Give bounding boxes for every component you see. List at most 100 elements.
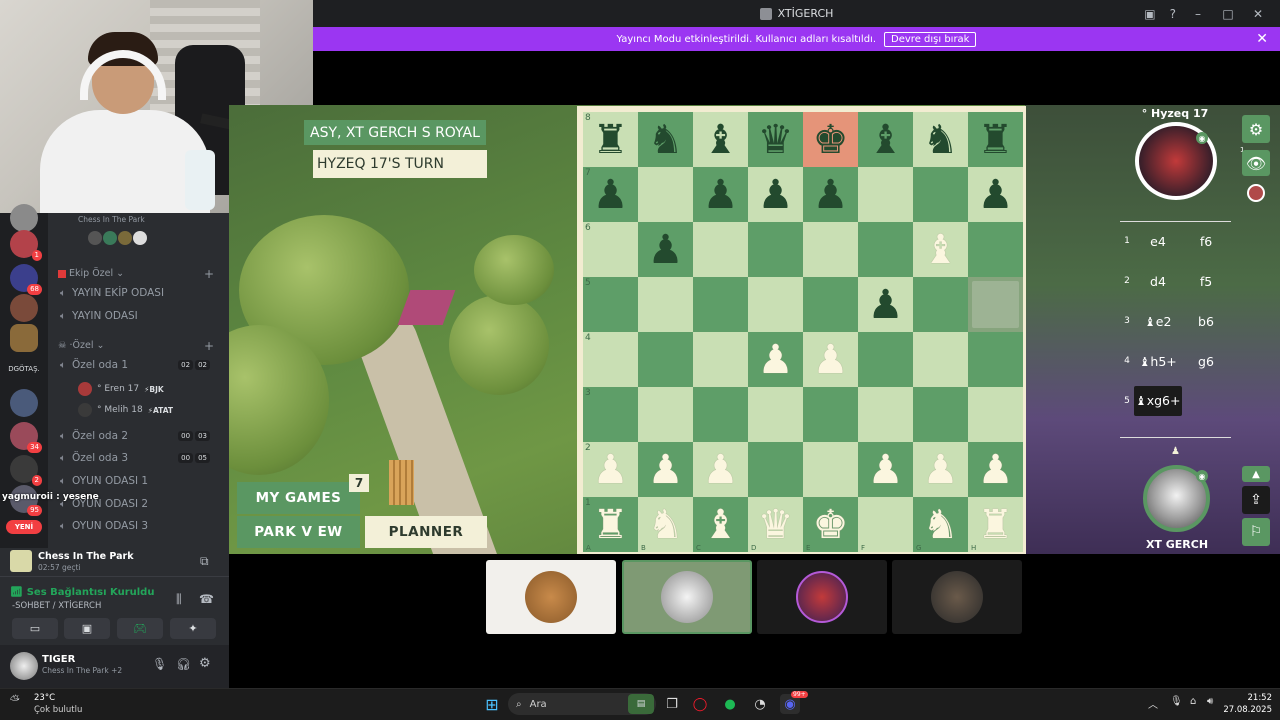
spectator-avatar[interactable] [1247,184,1265,202]
square-g5[interactable] [913,277,968,332]
black-pawn-piece[interactable]: ♟ [813,175,849,215]
black-pawn-piece[interactable]: ♟ [703,175,739,215]
square-a2[interactable]: 2 ♟ [583,442,638,497]
network-icon[interactable]: ⌂ [1190,696,1196,707]
square-e4[interactable]: ♟ [803,332,858,387]
square-c2[interactable]: ♟ [693,442,748,497]
activity-panel[interactable]: Chess In The Park 02:57 geçti ⧉ [0,548,229,574]
square-d8[interactable]: ♛ [748,112,803,167]
square-f6[interactable] [858,222,913,277]
square-a1[interactable]: 1 A ♜ [583,497,638,552]
voice-connected[interactable]: 📶︎ Ses Bağlantısı Kuruldu [10,587,154,598]
square-b2[interactable]: ♟ [638,442,693,497]
participant-tile[interactable] [892,560,1022,634]
white-move[interactable]: d4 [1134,274,1182,289]
black-bishop-piece[interactable]: ♝ [703,120,739,160]
share-icon[interactable]: ⇪ [1242,486,1270,514]
white-move[interactable]: ♝h5+ [1134,354,1182,369]
square-f2[interactable]: ♟ [858,442,913,497]
square-d2[interactable] [748,442,803,497]
black-pawn-piece[interactable]: ♟ [648,230,684,270]
minimize-button[interactable]: – [1190,7,1206,21]
microphone-icon[interactable]: 🎙︎ [152,657,167,671]
white-pawn-piece[interactable]: ♟ [593,450,629,490]
square-g1[interactable]: G ♞ [913,497,968,552]
square-e8[interactable]: ♚ [803,112,858,167]
server-icon[interactable] [10,389,38,417]
white-queen-piece[interactable]: ♛ [758,505,794,545]
square-f4[interactable] [858,332,913,387]
white-knight-piece[interactable]: ♞ [923,505,959,545]
park-view-button[interactable]: PARK V EW [237,516,360,548]
black-rook-piece[interactable]: ♜ [593,120,629,160]
participant-tile[interactable] [486,560,616,634]
square-e1[interactable]: E ♚ [803,497,858,552]
white-pawn-piece[interactable]: ♟ [703,450,739,490]
maximize-button[interactable]: □ [1220,7,1236,21]
square-a4[interactable]: 4 [583,332,638,387]
settings-gear-icon[interactable]: ⚙ [199,656,211,671]
black-queen-piece[interactable]: ♛ [758,120,794,160]
camera-off-button[interactable]: ▭ [12,618,58,639]
square-d1[interactable]: D ♛ [748,497,803,552]
white-pawn-piece[interactable]: ♟ [978,450,1014,490]
square-c5[interactable] [693,277,748,332]
widget-icon[interactable]: ▤ [628,694,654,714]
tray-chevron-icon[interactable]: ︿ [1148,696,1158,711]
my-games-button[interactable]: MY GAMES [237,482,360,514]
screen-share-button[interactable]: ▣ [64,618,110,639]
square-h2[interactable]: ♟ [968,442,1023,497]
square-c1[interactable]: C ♝ [693,497,748,552]
square-h6[interactable] [968,222,1023,277]
server-icon[interactable]: 1 [10,230,42,261]
windows-start-icon[interactable]: ⊞ [482,694,502,714]
square-h3[interactable] [968,387,1023,442]
voice-user[interactable]: ° Melih 18 ⚡ATAT [78,403,173,417]
new-badge[interactable]: YENİ [6,520,42,534]
square-d3[interactable] [748,387,803,442]
disable-streamer-mode-button[interactable]: Devre dışı bırak [884,31,977,47]
add-channel-icon[interactable]: + [204,267,214,281]
white-move[interactable]: e4 [1134,234,1182,249]
black-pawn-piece[interactable]: ♟ [868,285,904,325]
close-banner-icon[interactable]: ✕ [1256,31,1268,47]
square-g7[interactable] [913,167,968,222]
white-pawn-piece[interactable]: ♟ [758,340,794,380]
square-f3[interactable] [858,387,913,442]
clock-time[interactable]: 21:52 [1232,693,1273,703]
square-a3[interactable]: 3 [583,387,638,442]
headphones-icon[interactable]: 🎧︎ [176,657,191,671]
app-icon[interactable]: ◔ [750,694,770,714]
task-view-icon[interactable]: ❐ [662,694,682,714]
white-bishop-piece[interactable]: ♝ [703,505,739,545]
channel-ozel-oda-2[interactable]: 🔈︎ Özel oda 2 00 03 [60,430,220,442]
black-move[interactable]: b6 [1182,314,1230,329]
weather-icon[interactable]: ⛅︎ [10,693,20,708]
square-h7[interactable]: ♟ [968,167,1023,222]
square-b1[interactable]: B ♞ [638,497,693,552]
white-king-piece[interactable]: ♚ [813,505,849,545]
channel-yayin-odasi[interactable]: 🔈︎ YAYIN ODASI [60,310,220,322]
square-g6[interactable]: ♝ [913,222,968,277]
black-pawn-piece[interactable]: ♟ [593,175,629,215]
square-e5[interactable] [803,277,858,332]
square-b5[interactable] [638,277,693,332]
server-icon[interactable]: 2 [10,455,42,486]
avatar[interactable] [118,231,132,245]
white-pawn-piece[interactable]: ♟ [813,340,849,380]
square-c6[interactable] [693,222,748,277]
avatar[interactable] [10,652,38,680]
square-a8[interactable]: 8 ♜ [583,112,638,167]
square-d4[interactable]: ♟ [748,332,803,387]
opera-icon[interactable]: ◯ [690,694,710,714]
square-h5[interactable] [968,277,1023,332]
clock-date[interactable]: 27.08.2025 [1222,705,1272,715]
server-icon[interactable] [10,204,38,232]
disconnect-icon[interactable]: ☎ [199,592,214,606]
square-f5[interactable]: ♟ [858,277,913,332]
square-f1[interactable]: F [858,497,913,552]
square-b6[interactable]: ♟ [638,222,693,277]
square-b4[interactable] [638,332,693,387]
black-knight-piece[interactable]: ♞ [923,120,959,160]
square-a5[interactable]: 5 [583,277,638,332]
